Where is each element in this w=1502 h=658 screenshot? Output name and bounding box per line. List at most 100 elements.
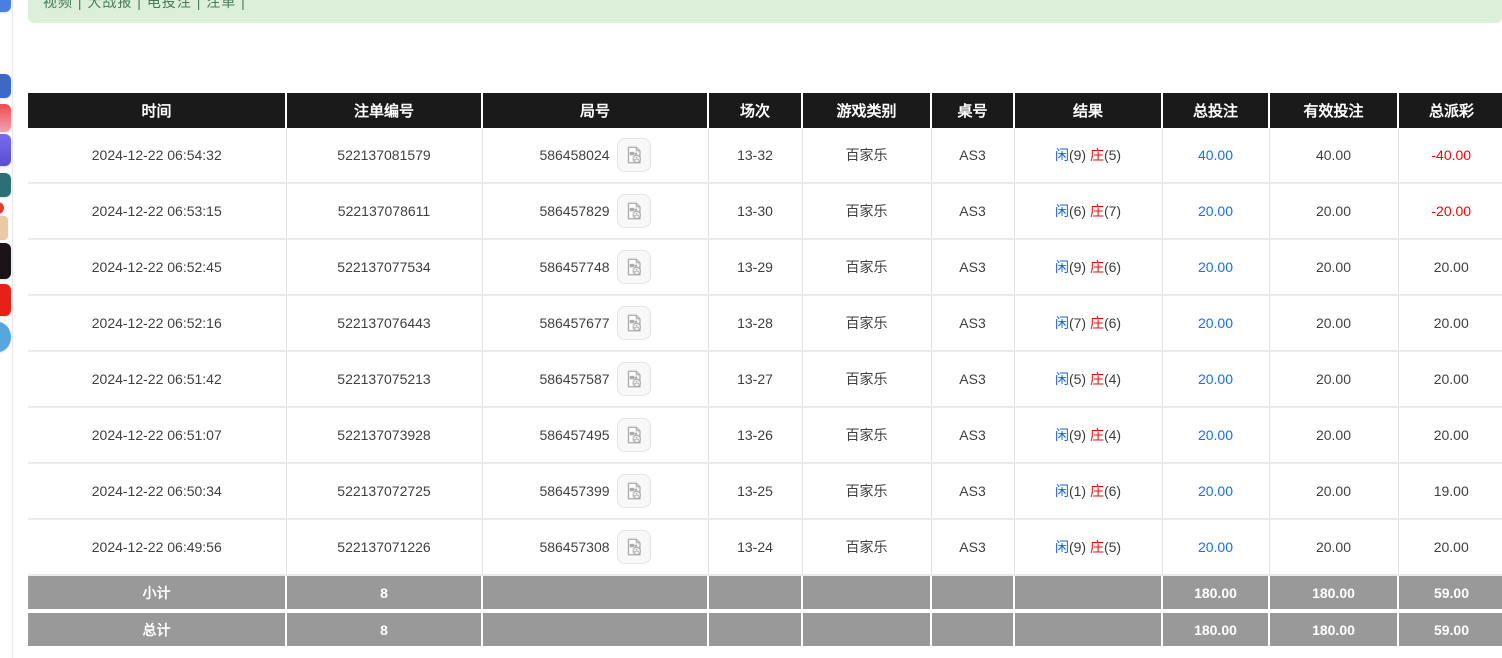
cell-round-no: 586457495 bbox=[482, 407, 708, 463]
cell-bet-no: 522137073928 bbox=[286, 407, 482, 463]
mascot-app-icon[interactable] bbox=[0, 202, 11, 242]
total-bet-link[interactable]: 20.00 bbox=[1198, 315, 1233, 331]
result-banker-label: 庄 bbox=[1090, 315, 1104, 331]
cell-total-bet: 20.00 bbox=[1162, 463, 1269, 519]
purple-app-icon[interactable] bbox=[0, 134, 11, 166]
round-no-text: 586458024 bbox=[539, 147, 609, 163]
cell-payout: 19.00 bbox=[1398, 463, 1502, 519]
cell-valid-bet: 20.00 bbox=[1269, 295, 1398, 351]
round-no-text: 586457587 bbox=[539, 371, 609, 387]
col-header-session: 场次 bbox=[708, 93, 802, 128]
video-replay-button[interactable] bbox=[617, 250, 651, 284]
total-total-bet: 180.00 bbox=[1162, 611, 1269, 646]
cell-result: 闲(9) 庄(5) bbox=[1014, 128, 1162, 183]
cell-total-bet: 40.00 bbox=[1162, 128, 1269, 183]
cell-valid-bet: 20.00 bbox=[1269, 463, 1398, 519]
cell-bet-no: 522137075213 bbox=[286, 351, 482, 407]
cell-result: 闲(9) 庄(4) bbox=[1014, 407, 1162, 463]
cell-time: 2024-12-22 06:54:32 bbox=[28, 128, 286, 183]
cell-time: 2024-12-22 06:53:15 bbox=[28, 183, 286, 239]
table-row: 2024-12-22 06:52:45 522137077534 5864577… bbox=[28, 239, 1502, 295]
cell-payout: 20.00 bbox=[1398, 351, 1502, 407]
cell-session: 13-32 bbox=[708, 128, 802, 183]
result-player-num: (1) bbox=[1069, 483, 1090, 499]
video-replay-button[interactable] bbox=[617, 474, 651, 508]
result-player-num: (7) bbox=[1069, 315, 1090, 331]
result-banker-label: 庄 bbox=[1090, 371, 1104, 387]
blue-app-icon-partial[interactable] bbox=[0, 0, 11, 12]
cell-valid-bet: 20.00 bbox=[1269, 407, 1398, 463]
total-bet-link[interactable]: 20.00 bbox=[1198, 427, 1233, 443]
video-replay-button[interactable] bbox=[617, 362, 651, 396]
total-row: 总计 8 180.00 180.00 59.00 bbox=[28, 611, 1502, 646]
cell-result: 闲(6) 庄(7) bbox=[1014, 183, 1162, 239]
result-player-label: 闲 bbox=[1055, 315, 1069, 331]
result-banker-num: (4) bbox=[1104, 371, 1121, 387]
total-bet-link[interactable]: 20.00 bbox=[1198, 539, 1233, 555]
cell-result: 闲(9) 庄(6) bbox=[1014, 239, 1162, 295]
bet-record-panel: 时间 注单编号 局号 场次 游戏类别 桌号 结果 总投注 有效投注 总派彩 20… bbox=[28, 93, 1502, 646]
table-row: 2024-12-22 06:52:16 522137076443 5864576… bbox=[28, 295, 1502, 351]
round-no-text: 586457399 bbox=[539, 483, 609, 499]
cell-round-no: 586457829 bbox=[482, 183, 708, 239]
cell-bet-no: 522137076443 bbox=[286, 295, 482, 351]
subtotal-total-bet: 180.00 bbox=[1162, 575, 1269, 611]
cell-total-bet: 20.00 bbox=[1162, 351, 1269, 407]
video-replay-button[interactable] bbox=[617, 138, 651, 172]
result-player-label: 闲 bbox=[1055, 259, 1069, 275]
total-bet-link[interactable]: 20.00 bbox=[1198, 203, 1233, 219]
table-row: 2024-12-22 06:54:32 522137081579 5864580… bbox=[28, 128, 1502, 183]
video-replay-icon bbox=[623, 424, 645, 446]
cell-round-no: 586457748 bbox=[482, 239, 708, 295]
total-bet-link[interactable]: 20.00 bbox=[1198, 259, 1233, 275]
result-player-num: (9) bbox=[1069, 147, 1090, 163]
video-replay-button[interactable] bbox=[617, 306, 651, 340]
cell-table-no: AS3 bbox=[931, 463, 1014, 519]
red-pink-app-icon[interactable] bbox=[0, 104, 11, 132]
blue-app-icon[interactable] bbox=[0, 74, 11, 98]
lightblue-app-icon[interactable] bbox=[0, 322, 11, 352]
video-replay-button[interactable] bbox=[617, 194, 651, 228]
cell-session: 13-25 bbox=[708, 463, 802, 519]
total-bet-link[interactable]: 40.00 bbox=[1198, 147, 1233, 163]
cell-payout: -40.00 bbox=[1398, 128, 1502, 183]
cell-time: 2024-12-22 06:49:56 bbox=[28, 519, 286, 575]
total-bet-link[interactable]: 20.00 bbox=[1198, 483, 1233, 499]
cell-session: 13-24 bbox=[708, 519, 802, 575]
col-header-bet-no: 注单编号 bbox=[286, 93, 482, 128]
cell-bet-no: 522137071226 bbox=[286, 519, 482, 575]
table-row: 2024-12-22 06:50:34 522137072725 5864573… bbox=[28, 463, 1502, 519]
cell-payout: 20.00 bbox=[1398, 239, 1502, 295]
total-bet-link[interactable]: 20.00 bbox=[1198, 371, 1233, 387]
result-player-label: 闲 bbox=[1055, 371, 1069, 387]
result-banker-num: (4) bbox=[1104, 427, 1121, 443]
cell-game-type: 百家乐 bbox=[802, 407, 931, 463]
cell-session: 13-27 bbox=[708, 351, 802, 407]
cell-total-bet: 20.00 bbox=[1162, 519, 1269, 575]
video-replay-button[interactable] bbox=[617, 530, 651, 564]
black-app-icon[interactable] bbox=[0, 243, 11, 279]
round-no-text: 586457308 bbox=[539, 539, 609, 555]
video-replay-button[interactable] bbox=[617, 418, 651, 452]
cell-total-bet: 20.00 bbox=[1162, 407, 1269, 463]
cell-session: 13-30 bbox=[708, 183, 802, 239]
teal-app-icon[interactable] bbox=[0, 173, 11, 197]
result-banker-num: (7) bbox=[1104, 203, 1121, 219]
cell-round-no: 586457399 bbox=[482, 463, 708, 519]
col-header-payout: 总派彩 bbox=[1398, 93, 1502, 128]
col-header-time: 时间 bbox=[28, 93, 286, 128]
result-banker-num: (6) bbox=[1104, 483, 1121, 499]
table-row: 2024-12-22 06:49:56 522137071226 5864573… bbox=[28, 519, 1502, 575]
table-body: 2024-12-22 06:54:32 522137081579 5864580… bbox=[28, 128, 1502, 575]
cell-table-no: AS3 bbox=[931, 407, 1014, 463]
cell-bet-no: 522137078611 bbox=[286, 183, 482, 239]
subtotal-row: 小计 8 180.00 180.00 59.00 bbox=[28, 575, 1502, 611]
cell-session: 13-29 bbox=[708, 239, 802, 295]
result-player-num: (6) bbox=[1069, 203, 1090, 219]
red-app-icon[interactable] bbox=[0, 284, 11, 316]
notice-text: 视频 | 大战报 | 电投注 | 注单 | bbox=[43, 0, 246, 12]
result-banker-label: 庄 bbox=[1090, 259, 1104, 275]
table-row: 2024-12-22 06:51:07 522137073928 5864574… bbox=[28, 407, 1502, 463]
col-header-round-no: 局号 bbox=[482, 93, 708, 128]
cell-payout: 20.00 bbox=[1398, 407, 1502, 463]
